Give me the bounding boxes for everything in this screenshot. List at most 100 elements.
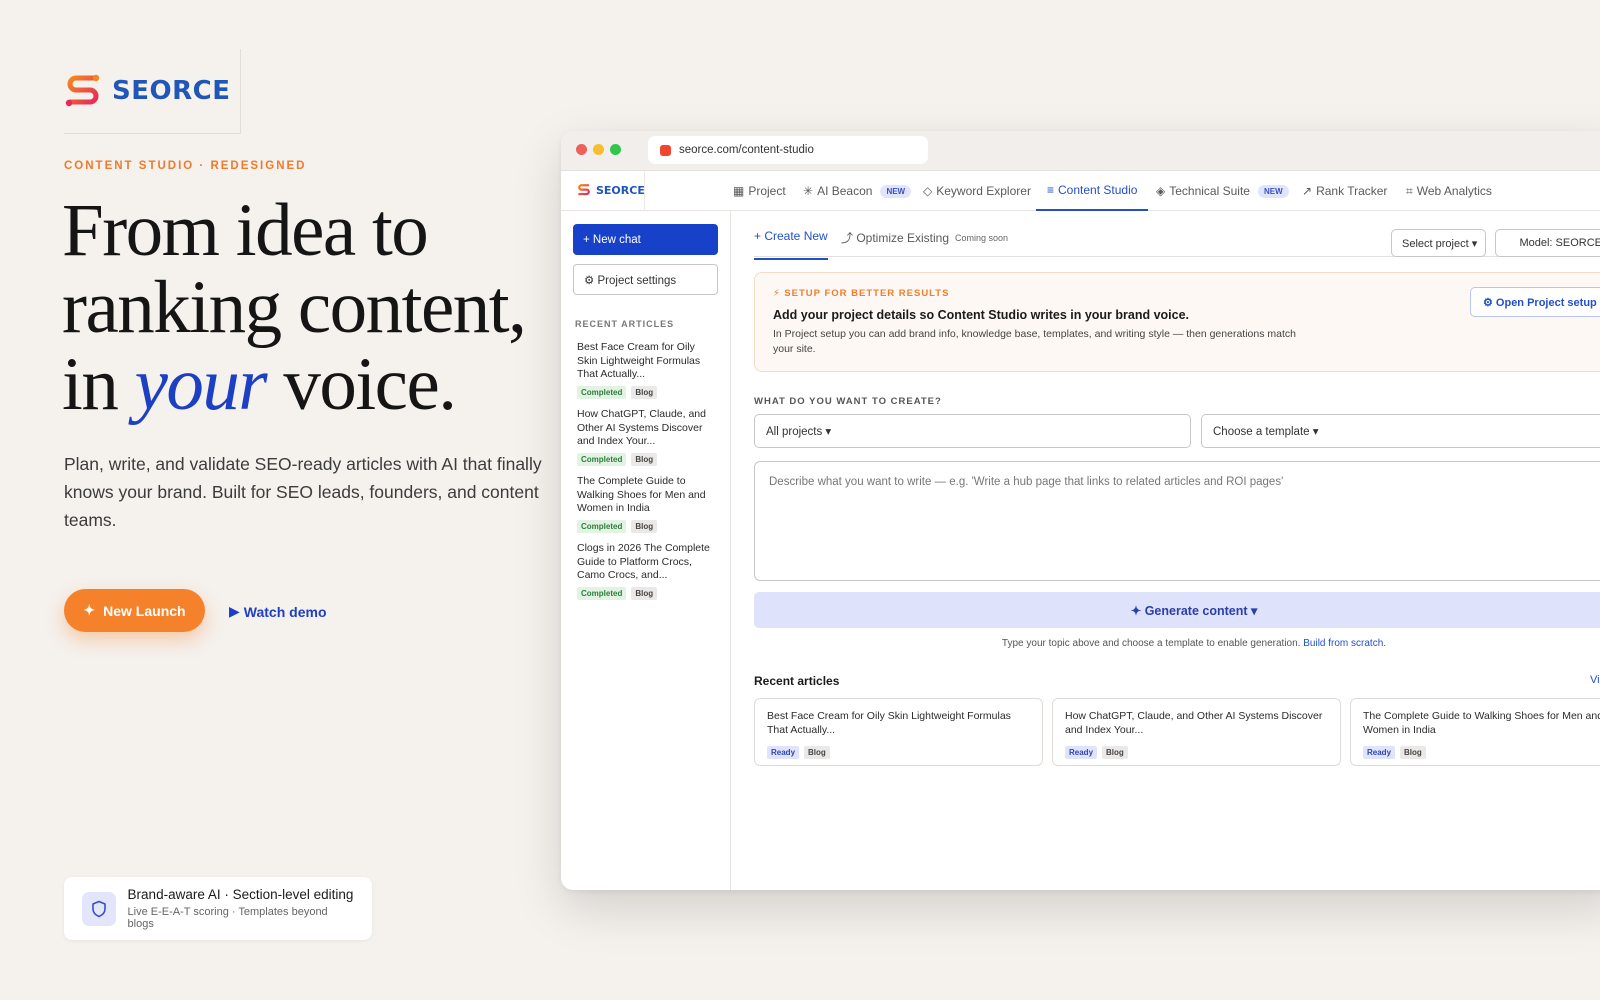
setup-eyebrow: ⚡ SETUP FOR BETTER RESULTS [773, 288, 950, 299]
hash-icon: ⌗ [1406, 183, 1413, 198]
recent-article-card[interactable]: How ChatGPT, Claude, and Other AI System… [1052, 698, 1341, 766]
setup-banner: ⚡ SETUP FOR BETTER RESULTS Add your proj… [754, 272, 1600, 372]
coming-soon-badge: Coming soon [955, 232, 1009, 243]
create-heading: WHAT DO YOU WANT TO CREATE? [754, 396, 942, 407]
sidebar-article[interactable]: The Complete Guide to Walking Shoes for … [577, 475, 717, 533]
status-badge: Completed [577, 452, 627, 466]
new-chat-button[interactable]: + New chat [573, 224, 718, 255]
view-all-link[interactable]: Vie [1590, 674, 1600, 686]
diamond-filled-icon: ◈ [1156, 184, 1166, 198]
hero-headline: From idea to ranking content, in your vo… [62, 189, 527, 426]
recent-articles-title: Recent articles [754, 674, 840, 688]
open-project-setup-button[interactable]: ⚙ Open Project setup → [1470, 287, 1600, 317]
brand-logo[interactable]: SEORCE [64, 72, 230, 110]
close-window-icon[interactable] [576, 144, 587, 155]
new-launch-button[interactable]: ✦ New Launch [64, 589, 205, 632]
seorce-logo-icon [65, 74, 100, 107]
shield-icon [82, 891, 116, 926]
feature-subtitle: Live E-E-A-T scoring · Templates beyond … [127, 906, 328, 930]
diamond-icon: ◇ [923, 184, 933, 198]
sparkle-icon: ✦ [83, 602, 96, 618]
setup-description: In Project setup you can add brand info,… [773, 328, 1296, 355]
sidebar-article[interactable]: Clogs in 2026 The Complete Guide to Plat… [577, 542, 717, 600]
headline-line-3-post: voice. [266, 343, 457, 426]
recent-article-card[interactable]: Best Face Cream for Oily Skin Lightweigh… [754, 698, 1043, 766]
app-wordmark: SEORCE [596, 183, 645, 197]
watch-demo-label: Watch demo [243, 603, 327, 620]
all-projects-dropdown[interactable]: All projects ▾ [754, 414, 1191, 448]
new-badge: NEW [1257, 184, 1289, 198]
type-badge: Blog [631, 586, 658, 600]
project-settings-button[interactable]: ⚙ Project settings [573, 264, 718, 295]
status-badge: Ready [1065, 746, 1098, 759]
grid-icon: ▦ [733, 184, 745, 198]
new-badge: NEW [880, 184, 912, 198]
optimize-label: ⤴ Optimize Existing [841, 231, 950, 245]
select-project-dropdown[interactable]: Select project ▾ [1391, 229, 1486, 257]
article-title: Best Face Cream for Oily Skin Lightweigh… [577, 341, 701, 380]
prompt-textarea[interactable] [754, 461, 1600, 581]
tab-rank-tracker[interactable]: ↗ Rank Tracker [1302, 171, 1387, 211]
type-badge: Blog [631, 452, 658, 466]
brand-wordmark: SEORCE [112, 76, 231, 106]
tab-project[interactable]: ▦ Project [733, 171, 786, 211]
tab-label: Keyword Explorer [936, 184, 1031, 198]
tab-label: AI Beacon [817, 184, 873, 198]
seorce-logo-small-icon [578, 184, 590, 196]
status-badge: Ready [767, 746, 800, 759]
article-title: How ChatGPT, Claude, and Other AI System… [577, 408, 706, 447]
new-launch-label: New Launch [103, 602, 186, 619]
template-dropdown[interactable]: Choose a template ▾ [1201, 414, 1600, 448]
minimize-window-icon[interactable] [593, 144, 604, 155]
tab-label: Web Analytics [1416, 184, 1492, 198]
type-badge: Blog [1400, 746, 1426, 759]
address-url: seorce.com/content-studio [679, 144, 814, 156]
tab-ai-beacon[interactable]: ✳ AI Beacon NEW [803, 171, 912, 211]
type-badge: Blog [631, 519, 658, 533]
lines-icon: ≡ [1047, 183, 1055, 197]
tab-technical-suite[interactable]: ◈ Technical Suite NEW [1156, 171, 1289, 211]
asterisk-icon: ✳ [803, 184, 814, 198]
headline-emphasis: your [134, 343, 268, 426]
helper-message: Type your topic above and choose a templ… [1001, 638, 1301, 649]
app-logo[interactable]: SEORCE [577, 183, 645, 197]
tab-web-analytics[interactable]: ⌗ Web Analytics [1406, 171, 1492, 211]
card-title: How ChatGPT, Claude, and Other AI System… [1065, 710, 1323, 736]
main-content: + Create New ⤴ Optimize Existing Coming … [732, 211, 1600, 890]
status-badge: Completed [577, 519, 627, 533]
model-dropdown[interactable]: Model: SEORCE v [1495, 229, 1600, 257]
build-from-scratch-link[interactable]: Build from scratch. [1303, 638, 1386, 649]
card-title: The Complete Guide to Walking Shoes for … [1363, 710, 1600, 736]
headline-line-2: ranking content, [62, 266, 527, 349]
maximize-window-icon[interactable] [610, 144, 621, 155]
tab-keyword-explorer[interactable]: ◇ Keyword Explorer [923, 171, 1031, 211]
tab-label: Technical Suite [1169, 184, 1250, 198]
trend-up-icon: ↗ [1302, 184, 1313, 198]
headline-line-3-pre: in [62, 343, 135, 426]
app-top-nav: SEORCE ▦ Project ✳ AI Beacon NEW ◇ Keywo… [561, 171, 1600, 211]
type-badge: Blog [631, 385, 658, 399]
tab-label: Rank Tracker [1316, 184, 1388, 198]
status-badge: Completed [577, 385, 627, 399]
setup-title: Add your project details so Content Stud… [773, 308, 1190, 322]
generate-content-button[interactable]: ✦ Generate content ▾ [754, 592, 1600, 628]
tab-optimize-existing[interactable]: ⤴ Optimize Existing Coming soon [841, 229, 1008, 246]
watch-demo-link[interactable]: ▶ Watch demo [229, 603, 327, 620]
article-title: The Complete Guide to Walking Shoes for … [577, 475, 706, 514]
tab-create-new[interactable]: + Create New [754, 229, 828, 260]
type-badge: Blog [804, 746, 830, 759]
sidebar-article[interactable]: Best Face Cream for Oily Skin Lightweigh… [577, 341, 717, 399]
recent-article-card[interactable]: The Complete Guide to Walking Shoes for … [1350, 698, 1600, 766]
play-icon: ▶ [229, 603, 240, 619]
status-badge: Ready [1363, 746, 1396, 759]
recent-articles-heading: RECENT ARTICLES [575, 319, 675, 329]
address-bar[interactable]: seorce.com/content-studio [648, 136, 928, 164]
tab-content-studio[interactable]: ≡ Content Studio [1036, 171, 1149, 211]
helper-text: Type your topic above and choose a templ… [754, 638, 1600, 649]
headline-line-1: From idea to [62, 189, 429, 272]
browser-window: seorce.com/content-studio SEORCE ▦ Proje… [561, 131, 1600, 890]
status-badge: Completed [577, 586, 627, 600]
feature-card: Brand-aware AI · Section-level editing L… [64, 877, 372, 940]
favicon-icon [660, 144, 671, 156]
sidebar-article[interactable]: How ChatGPT, Claude, and Other AI System… [577, 408, 717, 466]
